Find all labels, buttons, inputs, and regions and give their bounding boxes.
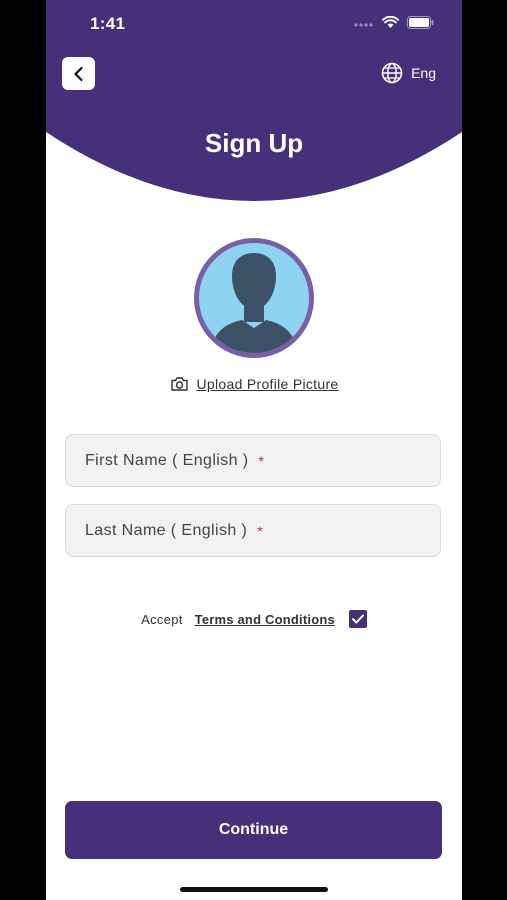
upload-profile-picture-link[interactable]: Upload Profile Picture xyxy=(46,376,462,392)
chevron-left-icon xyxy=(73,66,83,81)
terms-row: Accept Terms and Conditions xyxy=(46,610,462,628)
required-asterisk: * xyxy=(258,452,265,469)
status-bar: 1:41 xyxy=(46,0,462,50)
first-name-placeholder: First Name ( English ) xyxy=(85,451,249,469)
continue-button[interactable]: Continue xyxy=(65,801,442,859)
globe-icon xyxy=(381,62,403,84)
avatar[interactable] xyxy=(192,236,316,360)
wifi-icon xyxy=(382,16,399,28)
required-asterisk: * xyxy=(257,522,264,539)
signal-icon xyxy=(354,22,373,27)
page-title: Sign Up xyxy=(204,128,304,158)
first-name-field[interactable]: First Name ( English ) * xyxy=(65,434,441,487)
camera-icon xyxy=(170,377,188,391)
checkmark-icon xyxy=(351,614,364,624)
terms-checkbox[interactable] xyxy=(348,610,367,628)
avatar-placeholder-icon xyxy=(194,238,314,358)
last-name-field[interactable]: Last Name ( English ) * xyxy=(65,504,441,557)
upload-profile-picture-label: Upload Profile Picture xyxy=(196,376,339,392)
back-button[interactable] xyxy=(62,57,95,90)
language-switcher[interactable]: Eng xyxy=(381,62,436,84)
language-label: Eng xyxy=(411,65,436,81)
terms-and-conditions-link[interactable]: Terms and Conditions xyxy=(195,612,335,627)
last-name-placeholder: Last Name ( English ) xyxy=(85,521,248,539)
home-indicator xyxy=(180,887,328,892)
status-icons xyxy=(354,16,434,29)
phone-screen: 1:41 Eng Sign Up Upload Profile Picture … xyxy=(46,0,462,900)
accept-label: Accept xyxy=(141,611,183,627)
battery-icon xyxy=(407,16,434,29)
status-time: 1:41 xyxy=(90,14,126,33)
